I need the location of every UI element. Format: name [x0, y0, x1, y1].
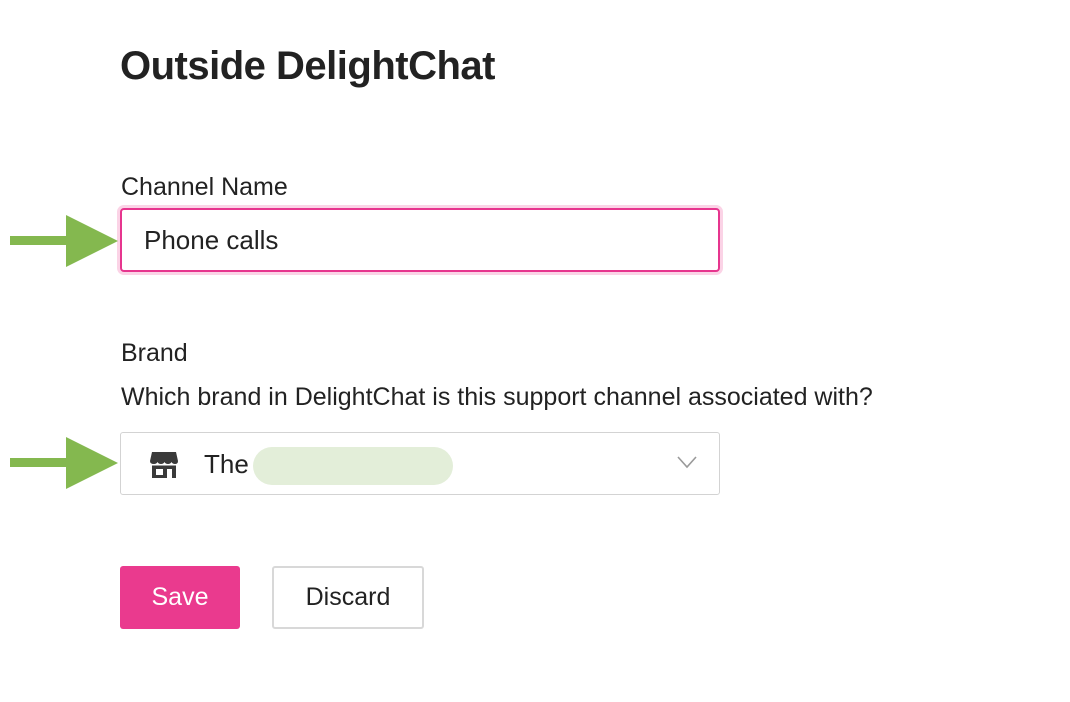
redacted-brand-name	[253, 447, 453, 485]
page-title: Outside DelightChat	[120, 44, 495, 88]
save-button[interactable]: Save	[120, 566, 240, 629]
channel-name-input[interactable]	[120, 208, 720, 272]
arrow-right-icon	[10, 437, 118, 489]
brand-label: Brand	[121, 339, 188, 367]
channel-name-label: Channel Name	[121, 173, 288, 201]
arrow-right-icon	[10, 215, 118, 267]
brand-select[interactable]: The	[120, 432, 720, 495]
discard-button[interactable]: Discard	[272, 566, 424, 629]
store-icon	[150, 452, 178, 478]
chevron-down-icon	[677, 456, 697, 469]
brand-help-text: Which brand in DelightChat is this suppo…	[121, 383, 873, 411]
brand-select-value: The	[204, 449, 249, 479]
